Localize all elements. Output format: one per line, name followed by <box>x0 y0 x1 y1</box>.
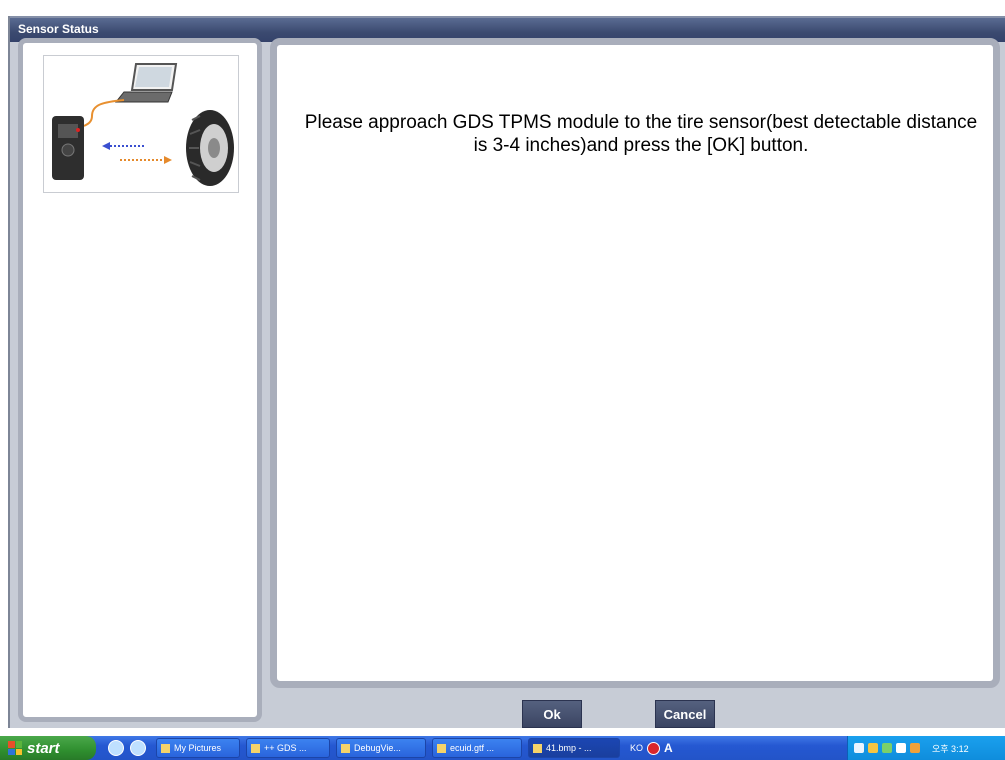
app-icon <box>341 743 350 753</box>
task-label: ecuid.gtf ... <box>450 743 495 753</box>
taskbar: start My Pictures ++ GDS ... DebugVie...… <box>0 736 1005 760</box>
start-button[interactable]: start <box>0 736 96 760</box>
paint-icon <box>533 743 542 753</box>
ie-icon[interactable] <box>108 740 124 756</box>
tray-icon[interactable] <box>868 743 878 753</box>
task-label: 41.bmp - ... <box>546 743 592 753</box>
folder-icon <box>161 743 170 753</box>
task-label: DebugVie... <box>354 743 401 753</box>
task-gds[interactable]: ++ GDS ... <box>246 738 330 758</box>
system-tray: 오후 3:12 <box>847 736 1005 760</box>
korean-ime-icon <box>647 741 661 755</box>
task-debugview[interactable]: DebugVie... <box>336 738 426 758</box>
task-my-pictures[interactable]: My Pictures <box>156 738 240 758</box>
file-icon <box>437 743 446 753</box>
tray-icon[interactable] <box>854 743 864 753</box>
clock: 오후 3:12 <box>932 743 969 754</box>
instruction-text: Please approach GDS TPMS module to the t… <box>304 112 978 156</box>
tray-icon[interactable] <box>896 743 906 753</box>
illustration-panel <box>18 38 262 722</box>
app-icon <box>251 743 260 753</box>
tire-icon <box>186 110 234 186</box>
task-label: ++ GDS ... <box>264 743 307 753</box>
language-bar[interactable]: KO A <box>630 741 673 755</box>
windows-flag-icon <box>8 741 22 755</box>
browser-icon[interactable] <box>130 740 146 756</box>
message-panel: Please approach GDS TPMS module to the t… <box>270 38 1000 688</box>
ime-mode: A <box>664 741 673 755</box>
signal-arrows-icon <box>102 142 172 164</box>
language-code: KO <box>630 743 644 753</box>
ok-button[interactable]: Ok <box>522 700 582 728</box>
cancel-button[interactable]: Cancel <box>655 700 715 728</box>
quick-launch <box>108 740 146 756</box>
task-41bmp[interactable]: 41.bmp - ... <box>528 738 620 758</box>
tpms-module-icon <box>52 116 84 180</box>
tpms-illustration <box>43 55 239 193</box>
tray-icon[interactable] <box>910 743 920 753</box>
laptop-icon <box>114 63 178 103</box>
task-label: My Pictures <box>174 743 222 753</box>
task-ecuid[interactable]: ecuid.gtf ... <box>432 738 522 758</box>
tray-icon[interactable] <box>882 743 892 753</box>
start-label: start <box>27 739 60 757</box>
